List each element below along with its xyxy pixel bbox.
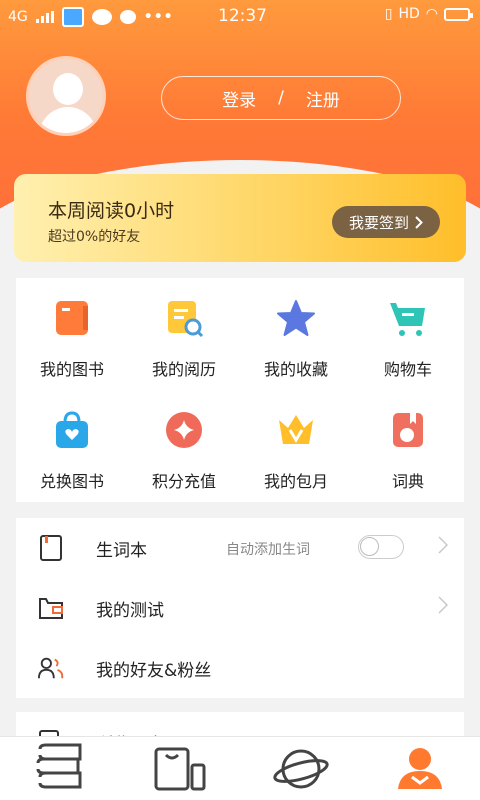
planet-icon bbox=[273, 749, 329, 789]
tab-profile[interactable] bbox=[392, 743, 452, 795]
menu-list: 生词本 自动添加生词 我的测试 我的好友&粉丝 bbox=[16, 518, 464, 698]
my-tests-label: 我的测试 bbox=[96, 601, 164, 621]
status-bar: 4G ••• 12:37 ▯ HD ◠ bbox=[0, 0, 480, 32]
battery-icon bbox=[444, 7, 473, 21]
grid-item-my-history[interactable]: 我的阅历 bbox=[128, 284, 240, 384]
signin-label: 我要签到 bbox=[348, 213, 409, 232]
hd-label: HD bbox=[398, 6, 420, 22]
friends-icon bbox=[38, 657, 64, 679]
chevron-right-icon bbox=[438, 536, 448, 554]
network-type: 4G bbox=[8, 9, 28, 25]
app-notification-icon bbox=[61, 7, 84, 27]
toggle-knob bbox=[360, 537, 379, 556]
signin-button[interactable]: 我要签到 bbox=[332, 206, 440, 238]
message-icon bbox=[119, 10, 136, 24]
more-notifications-icon: ••• bbox=[143, 9, 174, 25]
profile-icon bbox=[398, 748, 442, 789]
crown-icon bbox=[279, 415, 313, 444]
wallet-icon bbox=[39, 598, 63, 619]
star-icon bbox=[277, 300, 315, 336]
list-item-friends[interactable]: 我的好友&粉丝 bbox=[16, 638, 464, 698]
reading-card: 本周阅读0小时 超过0%的好友 我要签到 bbox=[14, 174, 466, 262]
separator: / bbox=[278, 88, 284, 108]
grid-item-dictionary[interactable]: 词典 bbox=[352, 396, 464, 496]
grid-item-points-recharge[interactable]: 积分充值 bbox=[128, 396, 240, 496]
points-icon bbox=[166, 412, 202, 448]
bottom-tab-bar bbox=[0, 736, 480, 800]
grid-item-my-favorites[interactable]: 我的收藏 bbox=[240, 284, 352, 384]
avatar[interactable] bbox=[26, 56, 106, 136]
bookshelf-icon bbox=[36, 743, 82, 789]
vocabulary-label: 生词本 bbox=[96, 541, 147, 561]
wechat-icon bbox=[91, 9, 112, 25]
cart-icon bbox=[390, 303, 425, 336]
grid-item-redeem-books[interactable]: 兑换图书 bbox=[16, 396, 128, 496]
friends-label: 我的好友&粉丝 bbox=[96, 661, 212, 681]
book-icon bbox=[56, 301, 88, 335]
list-item-vocabulary[interactable]: 生词本 自动添加生词 bbox=[16, 518, 464, 578]
login-register-button[interactable]: 登录 / 注册 bbox=[161, 76, 401, 120]
register-link[interactable]: 注册 bbox=[306, 86, 340, 111]
weekly-reading-subtitle: 超过0%的好友 bbox=[48, 229, 141, 245]
tab-bookshelf[interactable] bbox=[32, 743, 92, 795]
signal-icon bbox=[35, 11, 54, 23]
tab-discover[interactable] bbox=[272, 743, 332, 795]
wifi-icon: ◠ bbox=[425, 6, 438, 22]
tab-store[interactable] bbox=[152, 743, 212, 795]
grid-item-cart[interactable]: 购物车 bbox=[352, 284, 464, 384]
login-link[interactable]: 登录 bbox=[222, 86, 256, 111]
store-icon bbox=[154, 747, 206, 791]
vibrate-icon: ▯ bbox=[384, 6, 393, 22]
chevron-right-icon bbox=[438, 596, 448, 614]
dictionary-icon bbox=[393, 413, 423, 447]
clock: 12:37 bbox=[218, 6, 267, 26]
history-doc-icon bbox=[168, 301, 204, 338]
list-item-my-tests[interactable]: 我的测试 bbox=[16, 578, 464, 638]
weekly-reading-title: 本周阅读0小时 bbox=[48, 200, 175, 222]
grid-item-monthly-plan[interactable]: 我的包月 bbox=[240, 396, 352, 496]
notebook-icon bbox=[40, 535, 62, 561]
chevron-right-icon bbox=[415, 215, 423, 229]
auto-add-hint: 自动添加生词 bbox=[226, 542, 310, 558]
auto-add-toggle[interactable] bbox=[358, 535, 404, 559]
feature-grid: 我的图书 我的阅历 我的收藏 购物车 兑换图书 积分充值 我的包月 词典 bbox=[16, 278, 464, 502]
grid-item-my-books[interactable]: 我的图书 bbox=[16, 284, 128, 384]
shopping-bag-icon bbox=[56, 411, 88, 448]
